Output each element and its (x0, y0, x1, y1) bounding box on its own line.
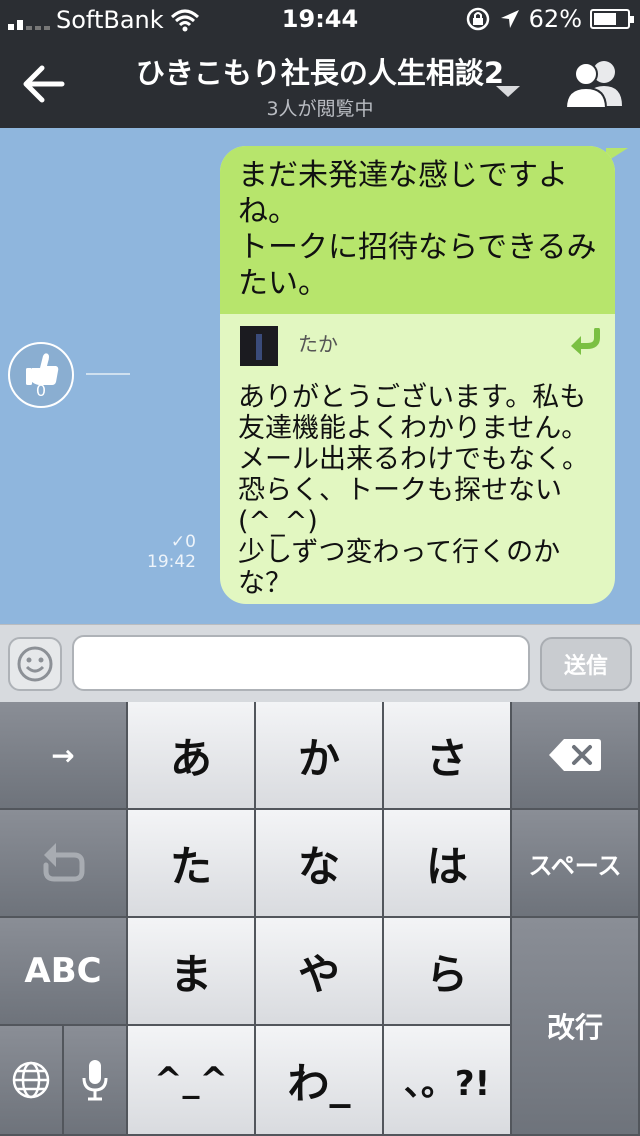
key-abc-label: ABC (24, 951, 102, 991)
keyboard: → あ か さ た な は スペース ABC ま や ら 改行 ^_^ わ_ 、… (0, 702, 640, 1136)
undo-icon (43, 843, 85, 882)
key-ya[interactable]: や (256, 918, 384, 1026)
microphone-icon (82, 1060, 108, 1101)
key-sa-label: さ (425, 733, 468, 783)
like-button[interactable]: 0 (8, 342, 74, 408)
back-arrow-icon (23, 65, 65, 103)
key-punct-label: 、。?! (403, 1063, 491, 1104)
key-return-label: 改行 (546, 1011, 603, 1044)
battery-percent: 62% (528, 5, 582, 33)
key-na-label: な (297, 841, 340, 891)
message-time: 19:42 (147, 552, 196, 572)
globe-icon (12, 1061, 50, 1099)
key-a[interactable]: あ (128, 702, 256, 810)
quote-text: ありがとうございます。私も友達機能よくわかりません。メール出来るわけでもなく。恐… (238, 382, 589, 599)
key-ta[interactable]: た (128, 810, 256, 918)
key-ta-label: た (169, 841, 212, 891)
chat-title[interactable]: ひきこもり社長の人生相談2 (110, 50, 530, 92)
key-ka-label: か (297, 733, 340, 783)
chat-header: ひきこもり社長の人生相談2 3人が閲覧中 (0, 40, 640, 128)
key-ka[interactable]: か (256, 702, 384, 810)
key-wa-label: わ_ (287, 1058, 351, 1108)
message-meta: ✓0 19:42 (140, 532, 196, 572)
key-face-label: ^_^ (154, 1060, 228, 1100)
members-icon (564, 61, 622, 109)
message-text: まだ未発達な感じですよね。 トークに招待ならできるみたい。 (220, 146, 615, 314)
key-wa[interactable]: わ_ (256, 1026, 384, 1136)
delete-icon (549, 739, 601, 771)
key-ra[interactable]: ら (384, 918, 512, 1026)
quote-avatar (240, 326, 278, 366)
key-next[interactable]: → (0, 702, 128, 810)
like-connector-line (86, 373, 130, 375)
key-globe[interactable] (0, 1026, 64, 1136)
key-ma[interactable]: ま (128, 918, 256, 1026)
chat-area[interactable]: 0 ✓0 19:42 まだ未発達な感じですよね。 トークに招待ならできるみたい。… (0, 128, 640, 624)
key-delete[interactable] (512, 702, 640, 810)
quote-header: たか (220, 314, 615, 374)
key-sa[interactable]: さ (384, 702, 512, 810)
viewer-count: 3人が閲覧中 (266, 98, 374, 120)
members-button[interactable] (562, 58, 628, 110)
message-input-bar: 送信 (0, 624, 640, 702)
status-icons: 62% (465, 5, 634, 33)
key-space-label: スペース (528, 851, 622, 880)
key-next-label: → (51, 738, 75, 772)
key-punct[interactable]: 、。?! (384, 1026, 512, 1136)
status-bar: SoftBank 19:44 62% (0, 0, 640, 40)
battery-icon (590, 9, 634, 29)
location-icon (500, 10, 519, 28)
key-ha[interactable]: は (384, 810, 512, 918)
smiley-icon (17, 646, 53, 682)
send-button[interactable]: 送信 (540, 637, 632, 691)
key-space[interactable]: スペース (512, 810, 640, 918)
title-dropdown-caret[interactable] (496, 86, 520, 97)
rotation-lock-icon (466, 7, 489, 31)
back-button[interactable] (14, 58, 74, 110)
key-ma-label: ま (169, 949, 212, 999)
key-ya-label: や (297, 949, 340, 999)
key-a-label: あ (169, 733, 212, 783)
key-mic[interactable] (64, 1026, 128, 1136)
read-check-icon: ✓ (170, 532, 186, 552)
reply-arrow-icon (571, 327, 600, 355)
key-ha-label: は (425, 841, 468, 891)
read-count-value: 0 (185, 532, 196, 552)
key-face[interactable]: ^_^ (128, 1026, 256, 1136)
key-abc[interactable]: ABC (0, 918, 128, 1026)
emoji-button[interactable] (8, 637, 62, 691)
like-count: 0 (35, 381, 47, 400)
read-count: ✓0 (140, 532, 196, 552)
message-bubble[interactable]: まだ未発達な感じですよね。 トークに招待ならできるみたい。 たか ありがとうござ… (220, 146, 615, 604)
message-input[interactable] (72, 635, 530, 691)
key-ra-label: ら (425, 949, 468, 999)
key-return[interactable]: 改行 (512, 918, 640, 1136)
key-undo[interactable] (0, 810, 128, 918)
key-na[interactable]: な (256, 810, 384, 918)
reply-button[interactable] (567, 327, 603, 360)
quote-author: たか (298, 332, 338, 356)
